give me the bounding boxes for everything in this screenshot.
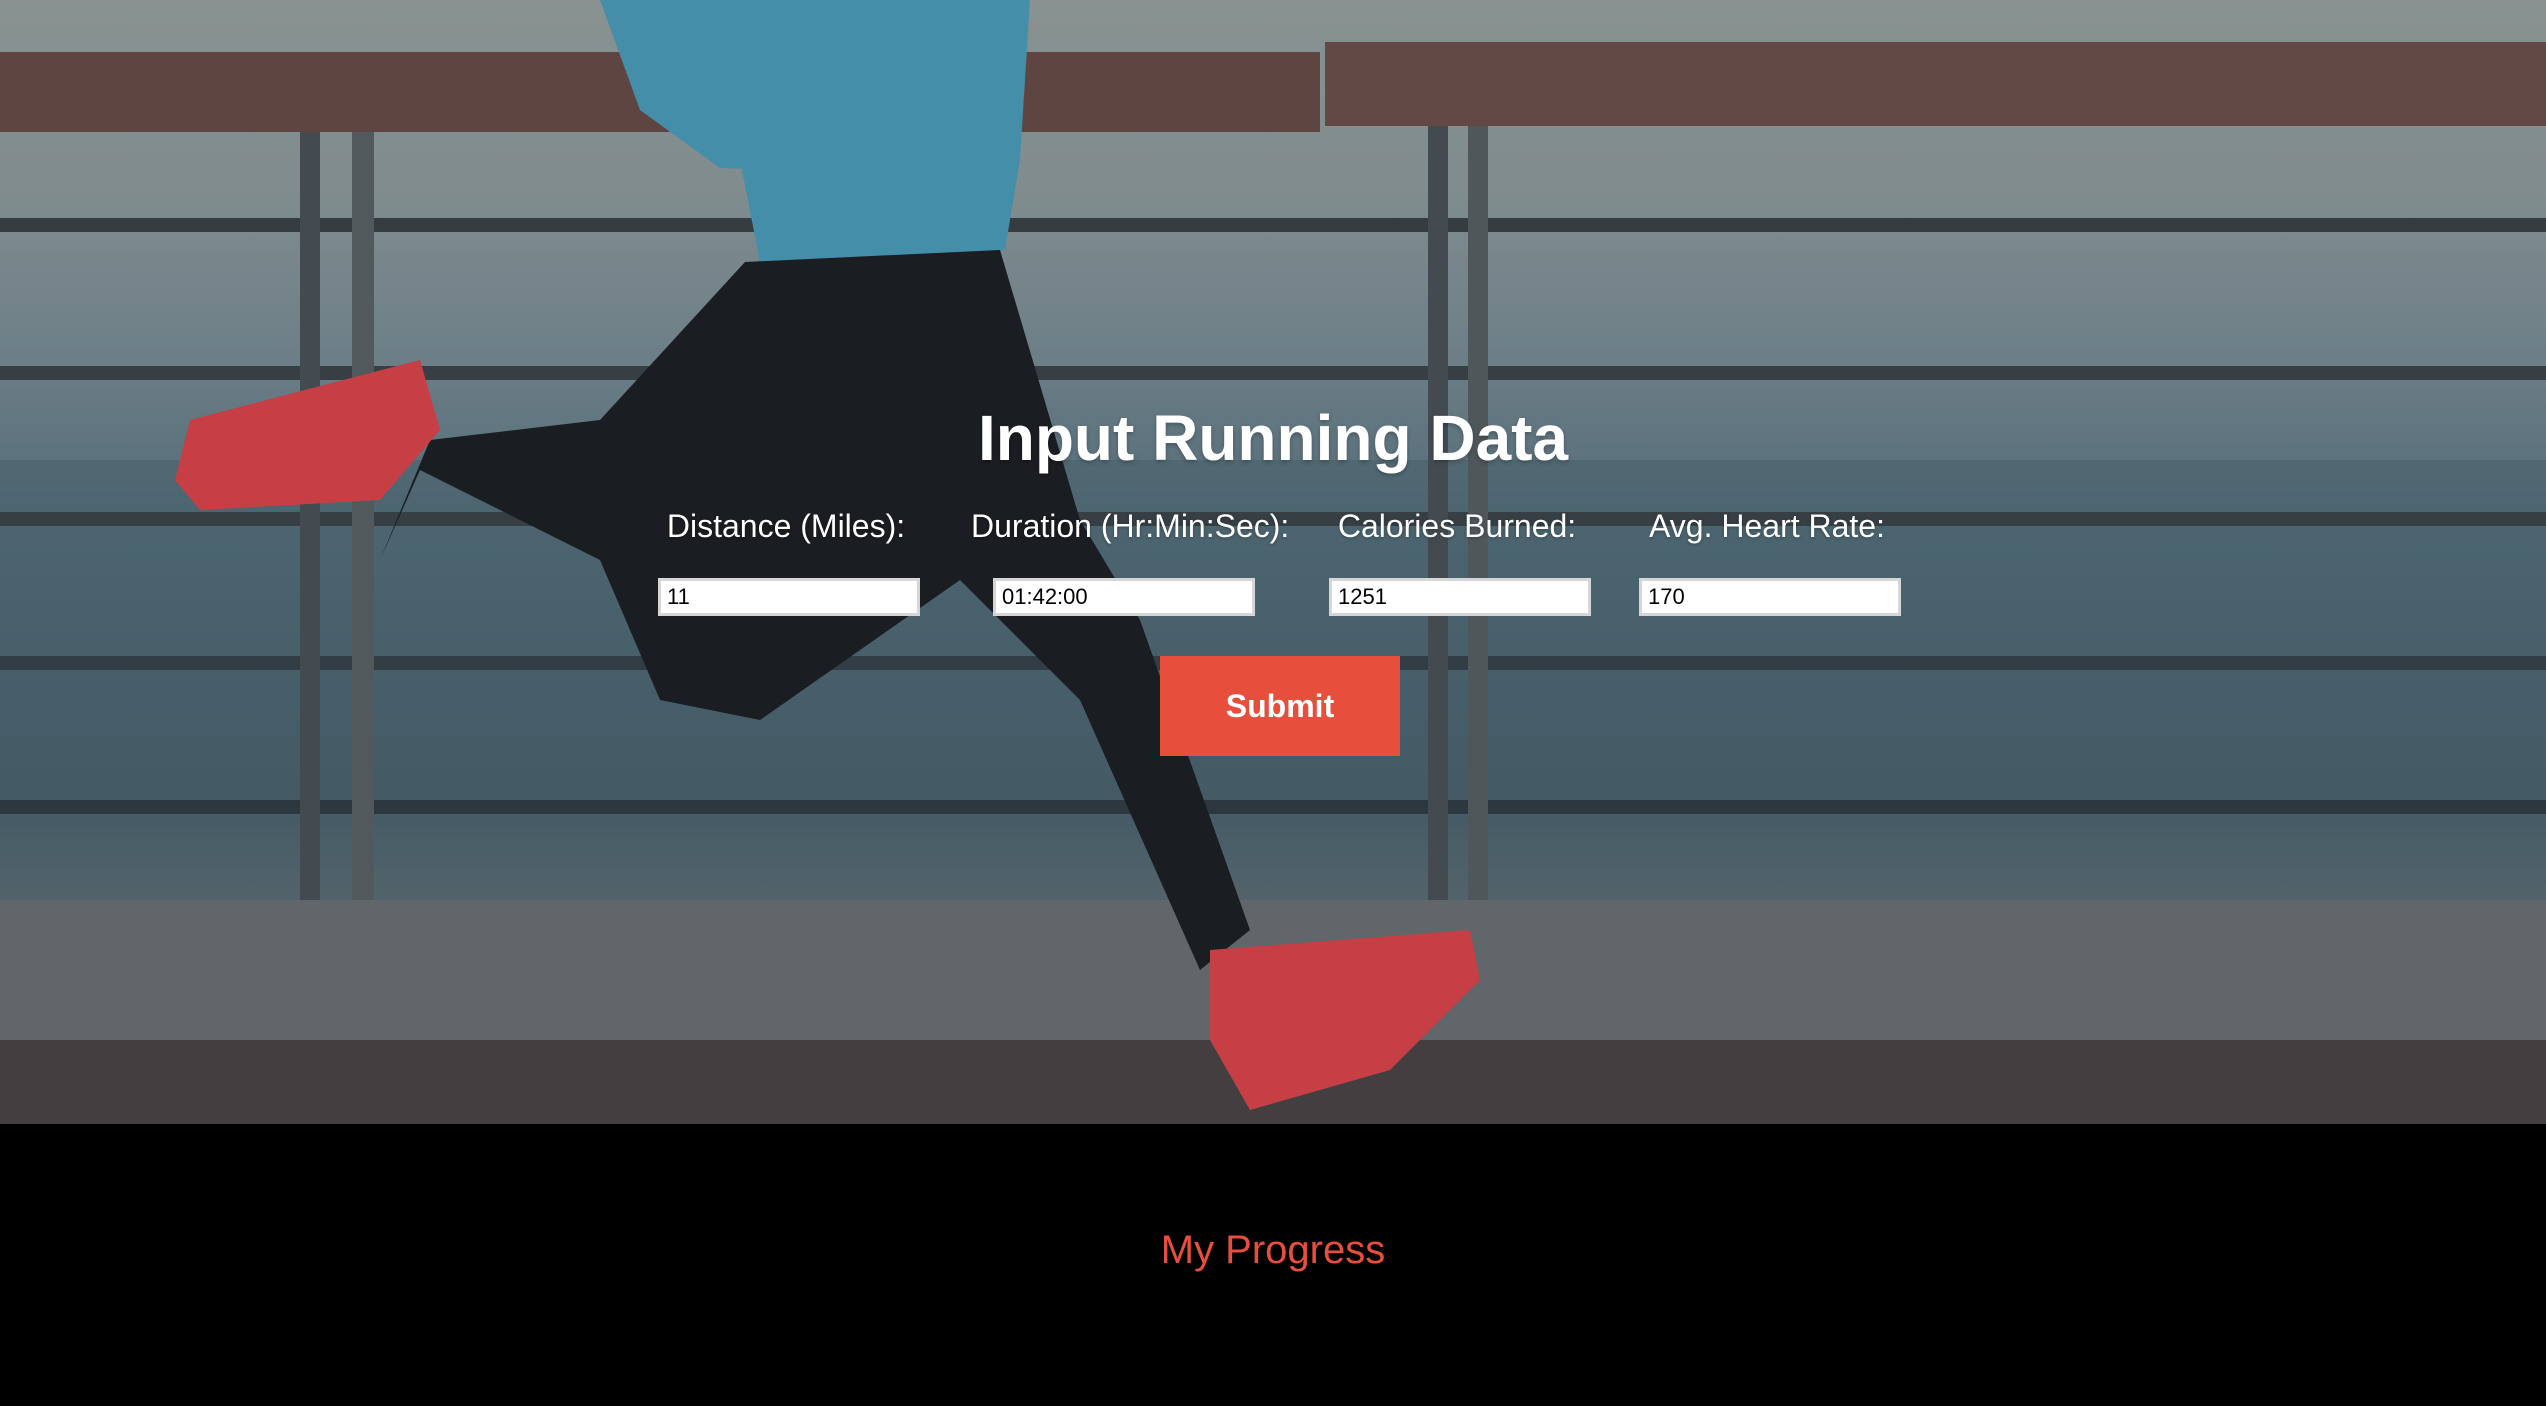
- my-progress-link[interactable]: My Progress: [0, 1222, 2546, 1278]
- calories-input[interactable]: [1329, 578, 1591, 616]
- duration-field-group: Duration (Hr:Min:Sec):: [971, 502, 1290, 616]
- submit-button[interactable]: Submit: [1160, 656, 1400, 756]
- calories-label: Calories Burned:: [1337, 508, 1577, 544]
- running-data-form: Input Running Data Distance (Miles): Dur…: [0, 0, 2546, 1124]
- distance-label: Distance (Miles):: [666, 508, 906, 544]
- heart-rate-field-group: Avg. Heart Rate:: [1617, 502, 1917, 616]
- duration-label: Duration (Hr:Min:Sec):: [971, 508, 1290, 544]
- duration-input[interactable]: [993, 578, 1255, 616]
- calories-field-group: Calories Burned:: [1307, 502, 1607, 616]
- distance-field-group: Distance (Miles):: [636, 502, 936, 616]
- heart-rate-input[interactable]: [1639, 578, 1901, 616]
- form-title: Input Running Data: [977, 402, 1569, 474]
- distance-input[interactable]: [658, 578, 920, 616]
- heart-rate-label: Avg. Heart Rate:: [1649, 508, 1885, 544]
